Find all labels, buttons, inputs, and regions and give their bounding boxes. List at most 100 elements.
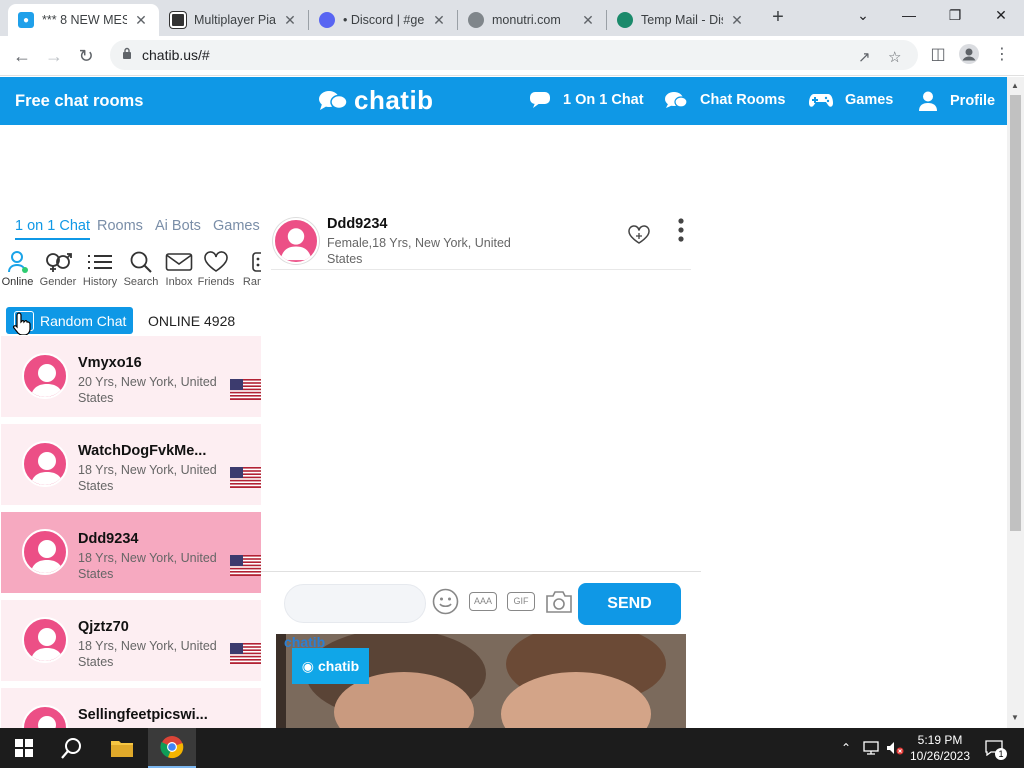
browser-menu-icon[interactable]: ⋮	[990, 44, 1014, 68]
nav-1on1-chat[interactable]: 1 On 1 Chat	[529, 91, 644, 109]
scroll-up-arrow-icon[interactable]: ▲	[1011, 81, 1019, 90]
close-tab-icon[interactable]: ✕	[282, 12, 298, 29]
search-button[interactable]: Search	[122, 250, 160, 288]
gender-icon	[46, 253, 72, 272]
history-list-icon	[88, 255, 112, 269]
side-panel-icon[interactable]: ◫	[926, 44, 950, 68]
user-row[interactable]: WatchDogFvkMe... 18 Yrs, New York, Unite…	[1, 424, 261, 508]
share-icon[interactable]: ↗	[858, 48, 871, 66]
sidebar-icon-row: Online Gender History Search Inbox Frien…	[0, 250, 262, 300]
tab-games[interactable]: Games	[213, 218, 260, 234]
tab-ai-bots[interactable]: Ai Bots	[155, 218, 201, 234]
user-name: Ddd9234	[78, 531, 139, 547]
page-scrollbar[interactable]: ▲ ▼	[1007, 77, 1024, 728]
history-button[interactable]: History	[80, 250, 120, 288]
system-clock[interactable]: 5:19 PM 10/26/2023	[908, 732, 972, 764]
chat-partner-name[interactable]: Ddd9234	[327, 216, 387, 232]
minimize-button[interactable]: —	[886, 0, 932, 32]
tab-title: Temp Mail - Dis	[641, 13, 723, 27]
taskbar-search-icon[interactable]	[48, 728, 96, 768]
ad-video-preview[interactable]: chatib ◉ chatib	[276, 634, 686, 728]
inbox-button[interactable]: Inbox	[162, 250, 196, 288]
tab-search-icon[interactable]: ⌄	[840, 0, 886, 32]
close-tab-icon[interactable]: ✕	[580, 12, 596, 29]
message-input[interactable]	[284, 584, 426, 623]
tab-rooms[interactable]: Rooms	[97, 218, 143, 234]
show-hidden-icons-icon[interactable]: ⌃	[836, 728, 856, 768]
restore-button[interactable]: ❐	[932, 0, 978, 32]
user-row[interactable]: Qjztz70 18 Yrs, New York, United States	[1, 600, 261, 684]
close-tab-icon[interactable]: ✕	[133, 12, 149, 29]
nav-chat-rooms[interactable]: Chat Rooms	[664, 91, 785, 109]
random-chat-label: Random Chat	[40, 312, 127, 329]
more-options-icon[interactable]	[678, 218, 684, 244]
history-label: History	[82, 276, 118, 288]
text-style-button[interactable]: AAA	[469, 592, 497, 611]
scrollbar-thumb[interactable]	[1010, 95, 1021, 531]
online-user-icon	[7, 251, 28, 273]
volume-muted-icon[interactable]	[884, 728, 906, 768]
chrome-taskbar-icon[interactable]	[148, 728, 196, 768]
new-tab-button[interactable]: +	[766, 6, 790, 30]
browser-tab-strip: ● *** 8 NEW MES ✕ Multiplayer Pia ✕ • Di…	[0, 0, 1024, 36]
chat-header: Ddd9234 Female,18 Yrs, New York, United …	[271, 216, 691, 270]
nav-games[interactable]: Games	[809, 91, 893, 109]
chat-bubble-icon: ◉	[301, 657, 314, 674]
chat-bubbles-icon	[664, 91, 688, 109]
gif-button[interactable]: GIF	[507, 592, 535, 611]
speech-bubble-icon	[529, 91, 551, 109]
tab-1on1-chat[interactable]: 1 on 1 Chat	[15, 218, 90, 240]
browser-tab-monutri[interactable]: monutri.com ✕	[458, 4, 606, 36]
url-text[interactable]: chatib.us/#	[142, 47, 210, 63]
browser-tab-chatib[interactable]: ● *** 8 NEW MES ✕	[8, 4, 159, 36]
chat-avatar[interactable]	[273, 218, 319, 264]
notifications-icon[interactable]: 1	[982, 728, 1007, 768]
windows-taskbar: ⌃ 5:19 PM 10/26/2023 1	[0, 728, 1024, 768]
avatar	[22, 441, 68, 487]
address-bar[interactable]: chatib.us/# ↗ ☆	[110, 40, 918, 70]
close-tab-icon[interactable]: ✕	[729, 12, 745, 29]
tab-title: Multiplayer Pia	[194, 13, 276, 27]
forward-arrow-icon[interactable]: →	[40, 42, 68, 70]
scroll-down-arrow-icon[interactable]: ▼	[1011, 713, 1019, 722]
random-button[interactable]: Ran	[238, 250, 262, 288]
avatar	[22, 617, 68, 663]
online-button[interactable]: Online	[0, 250, 35, 288]
network-icon[interactable]	[860, 728, 882, 768]
us-flag-icon	[230, 555, 261, 576]
send-button[interactable]: SEND	[578, 583, 681, 625]
gender-button[interactable]: Gender	[38, 250, 78, 288]
user-name: WatchDogFvkMe...	[78, 443, 207, 459]
bookmark-star-icon[interactable]: ☆	[888, 48, 901, 66]
browser-tab-tempmail[interactable]: Temp Mail - Dis ✕	[607, 4, 755, 36]
free-chat-rooms-title[interactable]: Free chat rooms	[15, 92, 143, 111]
back-arrow-icon[interactable]: ←	[8, 42, 36, 70]
browser-tab-discord[interactable]: • Discord | #gen ✕	[309, 4, 457, 36]
file-explorer-icon[interactable]	[98, 728, 146, 768]
user-icon	[918, 91, 938, 111]
close-tab-icon[interactable]: ✕	[431, 12, 447, 29]
windows-start-icon[interactable]	[0, 728, 48, 768]
avatar	[22, 705, 68, 728]
avatar	[22, 353, 68, 399]
hand-cursor-icon	[13, 312, 31, 335]
tab-title: • Discord | #gen	[343, 13, 425, 27]
tab-title: monutri.com	[492, 13, 561, 27]
message-compose-bar: AAA GIF SEND	[261, 571, 701, 635]
camera-icon[interactable]	[544, 589, 574, 615]
nav-profile[interactable]: Profile	[918, 91, 995, 111]
clock-time: 5:19 PM	[917, 733, 963, 747]
reload-icon[interactable]: ↻	[72, 42, 100, 70]
user-row-selected[interactable]: Ddd9234 18 Yrs, New York, United States	[1, 512, 261, 596]
emoji-icon[interactable]	[432, 588, 459, 615]
user-row[interactable]: Sellingfeetpicswi...	[1, 688, 261, 728]
browser-tab-piano[interactable]: Multiplayer Pia ✕	[160, 4, 308, 36]
tempmail-favicon-icon	[617, 12, 633, 28]
add-friend-heart-icon[interactable]	[627, 225, 651, 245]
chatib-logo[interactable]: chatib	[318, 85, 434, 116]
user-row[interactable]: Vmyxo16 20 Yrs, New York, United States	[1, 336, 261, 420]
friends-button[interactable]: Friends	[196, 250, 236, 288]
profile-avatar-icon[interactable]	[957, 44, 981, 68]
close-window-button[interactable]: ✕	[978, 0, 1024, 32]
user-name: Qjztz70	[78, 619, 129, 635]
